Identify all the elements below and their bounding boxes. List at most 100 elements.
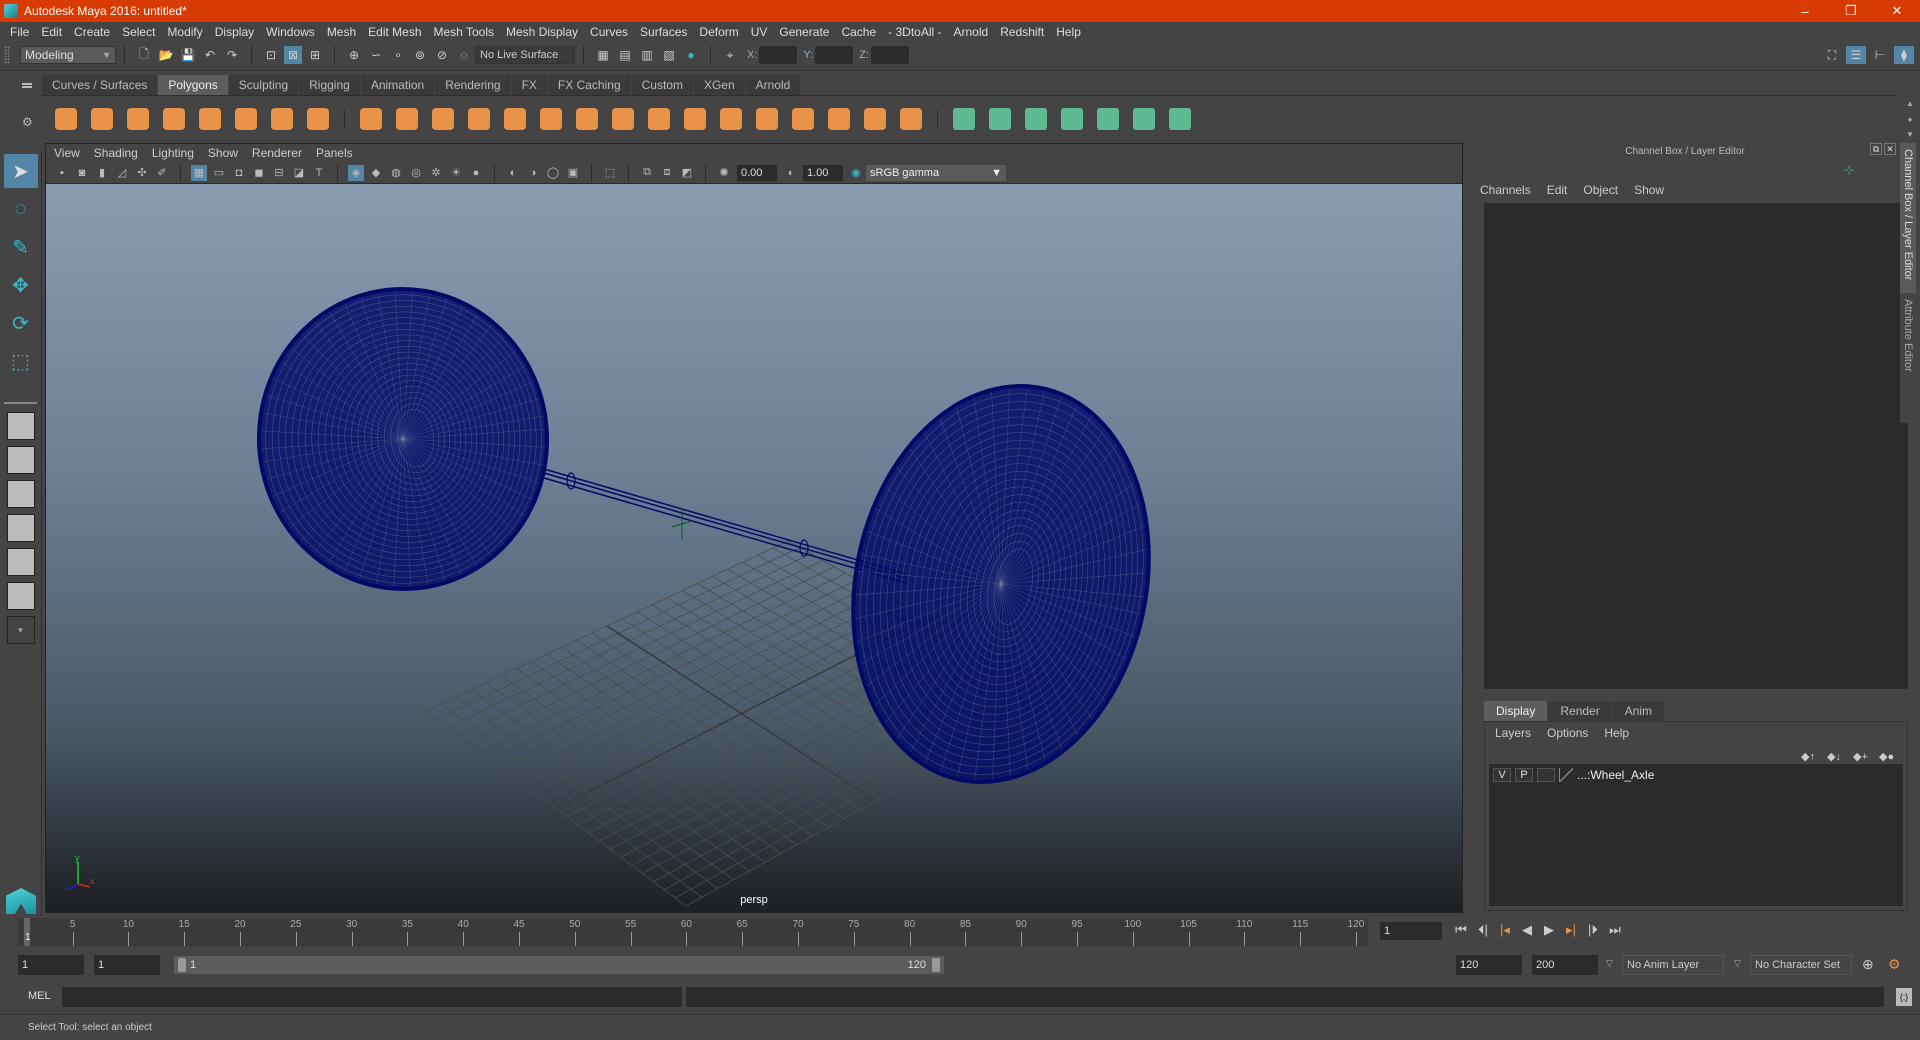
open-scene-icon[interactable]: 📂 — [157, 46, 175, 64]
shelf-menu-icon[interactable] — [22, 83, 32, 85]
select-tool-icon[interactable]: ➤ — [3, 154, 38, 188]
side-tab-channel-box[interactable]: Channel Box / Layer Editor — [1900, 143, 1916, 293]
menu-help[interactable]: Help — [1056, 25, 1081, 39]
current-frame-field[interactable]: 1 — [1380, 922, 1442, 940]
snap-projected-icon[interactable]: ⊚ — [411, 46, 429, 64]
multi-cut-icon[interactable] — [610, 106, 636, 132]
backface-icon[interactable]: ◩ — [679, 165, 695, 181]
textured-icon[interactable]: ◎ — [408, 165, 424, 181]
animation-preferences-icon[interactable]: ⚙ — [1888, 956, 1901, 973]
playback-start-field[interactable]: 1 — [94, 955, 160, 975]
combine-icon[interactable] — [358, 106, 384, 132]
render-settings-icon[interactable]: ▧ — [660, 46, 678, 64]
exposure-field[interactable]: 0.00 — [737, 164, 777, 181]
menu-redshift[interactable]: Redshift — [1000, 25, 1044, 39]
shelf-tab-curves-surfaces[interactable]: Curves / Surfaces — [42, 75, 158, 95]
viewport-menu-show[interactable]: Show — [208, 146, 238, 160]
select-object-icon[interactable]: ⊠ — [284, 46, 302, 64]
bridge-2-icon[interactable] — [826, 106, 852, 132]
menu-edit-mesh[interactable]: Edit Mesh — [368, 25, 421, 39]
anim-layer-dropdown-arrow-icon[interactable]: ▽ — [1606, 958, 1613, 969]
select-component-icon[interactable]: ⊞ — [306, 46, 324, 64]
snap-grid-icon[interactable]: ⊕ — [345, 46, 363, 64]
channel-menu-edit[interactable]: Edit — [1547, 183, 1568, 197]
smooth-icon[interactable] — [466, 106, 492, 132]
character-set-select[interactable]: No Character Set — [1750, 955, 1852, 975]
move-tool-icon[interactable]: ✥ — [4, 268, 38, 302]
motion-blur-icon[interactable]: ◐ — [505, 165, 521, 181]
image-plane-icon[interactable]: ◿ — [114, 165, 130, 181]
viewport-panel[interactable]: View Shading Lighting Show Renderer Panels ▪ … — [45, 143, 1463, 913]
safe-action-icon[interactable]: ◪ — [291, 165, 307, 181]
layer-playback-toggle[interactable]: P — [1515, 768, 1533, 782]
viewport-menu-panels[interactable]: Panels — [316, 146, 353, 160]
live-surface-field[interactable]: No Live Surface — [475, 46, 575, 64]
scale-tool-icon[interactable]: ⬚ — [4, 344, 38, 378]
menu-uv[interactable]: UV — [751, 25, 768, 39]
grip-handle[interactable] — [4, 46, 10, 64]
persp-graph-hypergraph-layout-icon[interactable] — [6, 582, 35, 610]
step-forward-frame-icon[interactable]: |⏵ — [1582, 922, 1604, 938]
move-layer-down-icon[interactable]: ◆↓ — [1827, 750, 1845, 764]
redo-icon[interactable]: ↷ — [223, 46, 241, 64]
xray-active-icon[interactable]: ⧈ — [659, 165, 675, 181]
restore-button[interactable]: ❐ — [1828, 0, 1874, 22]
smooth-proxy-icon[interactable] — [898, 106, 924, 132]
depth-of-field-icon[interactable]: ◯ — [545, 165, 561, 181]
new-scene-icon[interactable]: 🗋 — [135, 46, 153, 64]
play-backwards-icon[interactable]: ◀ — [1516, 922, 1538, 938]
snap-view-plane-icon[interactable]: ⊘ — [433, 46, 451, 64]
hypershade-persp-layout-icon[interactable] — [6, 548, 35, 576]
menu-surfaces[interactable]: Surfaces — [640, 25, 687, 39]
xray-icon[interactable]: ⬚ — [602, 165, 618, 181]
gamma-icon[interactable]: ◖ — [782, 165, 798, 181]
insert-edge-loop-icon[interactable] — [646, 106, 672, 132]
append-icon[interactable] — [574, 106, 600, 132]
move-layer-up-icon[interactable]: ◆↑ — [1801, 750, 1819, 764]
shelf-settings-gear-icon[interactable]: ⚙ — [22, 115, 33, 129]
planar-map-icon[interactable] — [951, 106, 977, 132]
3d-scene[interactable]: y x z persp — [46, 184, 1462, 912]
menu-mesh-tools[interactable]: Mesh Tools — [434, 25, 494, 39]
mirror-icon[interactable] — [430, 106, 456, 132]
scroll-dot-icon[interactable]: ● — [1908, 115, 1913, 124]
paint-select-tool-icon[interactable]: ✎ — [4, 230, 38, 264]
automatic-map-icon[interactable] — [1059, 106, 1085, 132]
script-editor-icon[interactable]: {;} — [1896, 988, 1912, 1006]
grease-pencil-icon[interactable]: ✐ — [154, 165, 170, 181]
poly-cone-icon[interactable] — [161, 106, 187, 132]
use-all-lights-icon[interactable]: ✲ — [428, 165, 444, 181]
viewport-menu-renderer[interactable]: Renderer — [252, 146, 302, 160]
field-chart-icon[interactable]: ⊟ — [271, 165, 287, 181]
minimize-button[interactable]: – — [1782, 0, 1828, 22]
step-back-frame-icon[interactable]: ⏴| — [1472, 922, 1494, 938]
shelf-tab-rendering[interactable]: Rendering — [435, 75, 511, 95]
x-field[interactable] — [759, 46, 798, 64]
more-layouts-icon[interactable]: ▾ — [6, 616, 35, 644]
menu-edit[interactable]: Edit — [41, 25, 62, 39]
layer-menu-help[interactable]: Help — [1604, 726, 1629, 740]
resolution-gate-icon[interactable]: ◘ — [231, 165, 247, 181]
render-view-icon[interactable]: ▦ — [594, 46, 612, 64]
new-empty-layer-icon[interactable]: ◆+ — [1853, 750, 1871, 764]
camera-select-icon[interactable]: ▪ — [54, 165, 70, 181]
wireframe-icon[interactable]: ◈ — [348, 164, 364, 181]
separate-icon[interactable] — [394, 106, 420, 132]
viewport-menu-lighting[interactable]: Lighting — [152, 146, 194, 160]
merge-icon[interactable] — [754, 106, 780, 132]
safe-title-icon[interactable]: T — [311, 165, 327, 181]
menu-generate[interactable]: Generate — [779, 25, 829, 39]
scroll-down-icon[interactable]: ▼ — [1906, 130, 1914, 139]
float-panel-icon[interactable]: ⧉ — [1870, 143, 1882, 155]
menu-select[interactable]: Select — [122, 25, 155, 39]
xray-joints-icon[interactable]: ⧉ — [639, 165, 655, 181]
color-management-toggle-icon[interactable]: ◉ — [848, 165, 864, 181]
extrude-icon[interactable] — [502, 106, 528, 132]
poly-pyramid-icon[interactable] — [269, 106, 295, 132]
menu-windows[interactable]: Windows — [266, 25, 315, 39]
unfold-icon[interactable] — [1095, 106, 1121, 132]
channel-menu-channels[interactable]: Channels — [1480, 183, 1531, 197]
z-field[interactable] — [870, 46, 909, 64]
menu-deform[interactable]: Deform — [699, 25, 738, 39]
multisample-aa-icon[interactable]: ◑ — [525, 165, 541, 181]
